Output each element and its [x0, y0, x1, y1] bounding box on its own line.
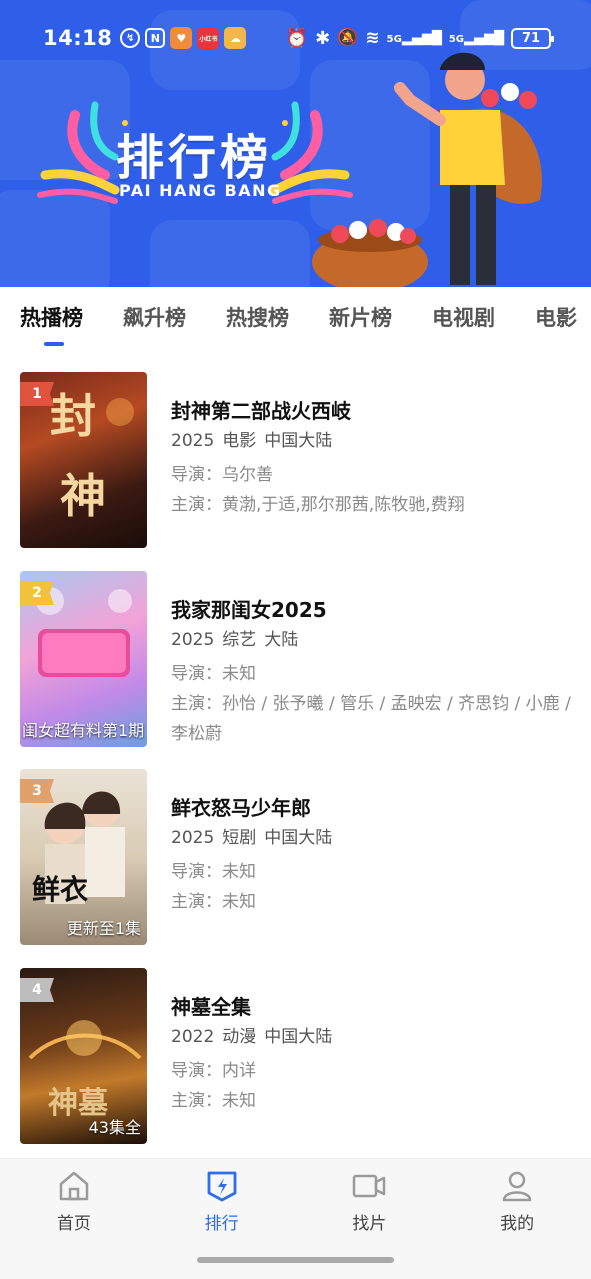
- video-camera-icon: [353, 1174, 386, 1198]
- tab-hot-play[interactable]: 热播榜: [20, 302, 83, 346]
- poster-caption: 更新至1集: [66, 919, 141, 938]
- nav-home[interactable]: 首页: [0, 1159, 148, 1244]
- svg-text:鲜衣: 鲜衣: [32, 873, 88, 906]
- bg-tile: [150, 220, 310, 287]
- item-info: 封神第二部战火西岐 2025 电影 中国大陆 导演：乌尔善 主演：黄渤,于适,那尔那…: [171, 396, 571, 520]
- rank-number: 3: [32, 783, 42, 799]
- list-item[interactable]: 封 神 1 封神第二部战火西岐 2025 电影 中国大陆 导演：乌尔善 主演：黄渤,…: [0, 372, 591, 548]
- tab-label: 电影: [535, 306, 577, 330]
- status-time: 14:18: [43, 26, 113, 50]
- item-meta: 2025 短剧 中国大陆: [171, 825, 571, 851]
- item-director: 导演：未知: [171, 664, 256, 684]
- item-meta: 2025 电影 中国大陆: [171, 428, 571, 454]
- list-item[interactable]: 鲜衣 3 更新至1集 鲜衣怒马少年郎 2025 短剧 中国大陆 导演：未知 主演：未…: [0, 769, 591, 945]
- rank-badge: 4: [20, 978, 54, 1002]
- nfc-icon: N: [145, 28, 166, 48]
- tab-label: 飙升榜: [123, 306, 186, 330]
- nav-label: 首页: [56, 1214, 91, 1234]
- xiaohongshu-icon: 小红书: [197, 27, 220, 49]
- svg-text:封: 封: [50, 389, 96, 443]
- hero-title: 排行榜: [116, 130, 273, 186]
- item-year: 2022: [171, 1027, 215, 1047]
- status-app-icons: ↯ N ♥ 小红书 ☁: [120, 27, 247, 49]
- item-title: 我家那闺女2025: [171, 598, 327, 622]
- item-year: 2025: [171, 431, 215, 451]
- tab-new-releases[interactable]: 新片榜: [329, 302, 392, 332]
- item-cast: 主演：孙怡 / 张予曦 / 管乐 / 孟映宏 / 齐思钧 / 小鹿 / 李松蔚: [171, 694, 571, 744]
- poster-caption: 43集全: [88, 1118, 141, 1137]
- poster-image[interactable]: 神墓 4 43集全: [20, 968, 147, 1144]
- item-cast: 主演：未知: [171, 892, 256, 912]
- rank-badge: 2: [20, 581, 54, 605]
- item-region: 中国大陆: [264, 828, 333, 848]
- item-info: 鲜衣怒马少年郎 2025 短剧 中国大陆 导演：未知 主演：未知: [171, 793, 571, 917]
- item-director: 导演：未知: [171, 862, 256, 882]
- rank-badge: 1: [20, 382, 54, 406]
- nav-find-movies[interactable]: 找片: [296, 1159, 444, 1244]
- person-illustration: [312, 52, 542, 287]
- tab-active-indicator: [44, 342, 64, 346]
- item-meta: 2022 动漫 中国大陆: [171, 1024, 571, 1050]
- list-item[interactable]: 神墓 4 43集全 神墓全集 2022 动漫 中国大陆 导演：内详 主演：未知: [0, 968, 591, 1144]
- item-director: 导演：内详: [171, 1061, 256, 1081]
- item-cast: 主演：黄渤,于适,那尔那茜,陈牧驰,费翔: [171, 495, 465, 515]
- tab-hot-search[interactable]: 热搜榜: [226, 302, 289, 332]
- home-indicator[interactable]: [197, 1257, 394, 1263]
- tab-tv-series[interactable]: 电视剧: [432, 302, 495, 332]
- weather-icon: ☁: [224, 27, 247, 49]
- user-icon: [502, 1171, 532, 1202]
- nav-label: 排行: [204, 1214, 239, 1234]
- item-genre: 短剧: [222, 828, 257, 848]
- item-title: 鲜衣怒马少年郎: [171, 796, 311, 820]
- item-year: 2025: [171, 828, 215, 848]
- item-region: 大陆: [264, 630, 299, 650]
- data-saver-icon: ↯: [120, 28, 141, 48]
- nav-profile[interactable]: 我的: [443, 1159, 591, 1244]
- nav-label: 找片: [352, 1214, 387, 1234]
- list-item[interactable]: 2 闺女超有料第1期 我家那闺女2025 2025 综艺 大陆 导演：未知 主演：孙…: [0, 571, 591, 747]
- bottom-navigation: 首页 排行 找片 我的: [0, 1158, 591, 1244]
- tab-label: 热搜榜: [226, 306, 289, 330]
- hero-banner: 14:18 ↯ N ♥ 小红书 ☁ ⏰ ✱ 🔕 ≋ 5G▂▄▆█ 5G▂▄▆█ …: [0, 0, 591, 287]
- nav-label: 我的: [500, 1214, 535, 1234]
- item-region: 中国大陆: [264, 1027, 333, 1047]
- rank-number: 2: [32, 585, 42, 601]
- nav-ranking[interactable]: 排行: [148, 1159, 296, 1244]
- item-genre: 动漫: [222, 1027, 257, 1047]
- poster-image[interactable]: 封 神 1: [20, 372, 147, 548]
- poster-caption: 闺女超有料第1期: [22, 721, 145, 740]
- item-director: 导演：乌尔善: [171, 465, 273, 485]
- tab-label: 热播榜: [20, 306, 83, 330]
- tab-rising[interactable]: 飙升榜: [123, 302, 186, 332]
- rank-number: 1: [32, 386, 42, 402]
- tab-movies[interactable]: 电影: [535, 302, 577, 332]
- hero-subtitle: PAI HANG BANG: [119, 181, 282, 200]
- tab-label: 电视剧: [432, 306, 495, 330]
- home-icon: [59, 1171, 89, 1201]
- svg-text:神: 神: [60, 469, 106, 523]
- item-info: 神墓全集 2022 动漫 中国大陆 导演：内详 主演：未知: [171, 992, 571, 1116]
- ranking-tabs: 热播榜 飙升榜 热搜榜 新片榜 电视剧 电影: [0, 287, 591, 347]
- poster-image[interactable]: 2 闺女超有料第1期: [20, 571, 147, 747]
- item-region: 中国大陆: [264, 431, 333, 451]
- poster-image[interactable]: 鲜衣 3 更新至1集: [20, 769, 147, 945]
- item-genre: 综艺: [222, 630, 257, 650]
- health-app-icon: ♥: [170, 27, 193, 49]
- item-title: 封神第二部战火西岐: [171, 399, 351, 423]
- rank-badge: 3: [20, 779, 54, 803]
- ranking-shield-icon: [207, 1171, 237, 1202]
- item-meta: 2025 综艺 大陆: [171, 627, 571, 653]
- rank-number: 4: [32, 982, 42, 998]
- item-info: 我家那闺女2025 2025 综艺 大陆 导演：未知 主演：孙怡 / 张予曦 / 管…: [171, 595, 571, 749]
- tab-label: 新片榜: [329, 306, 392, 330]
- item-cast: 主演：未知: [171, 1091, 256, 1111]
- svg-text:神墓: 神墓: [48, 1086, 109, 1121]
- item-year: 2025: [171, 630, 215, 650]
- item-genre: 电影: [222, 431, 257, 451]
- item-title: 神墓全集: [171, 995, 251, 1019]
